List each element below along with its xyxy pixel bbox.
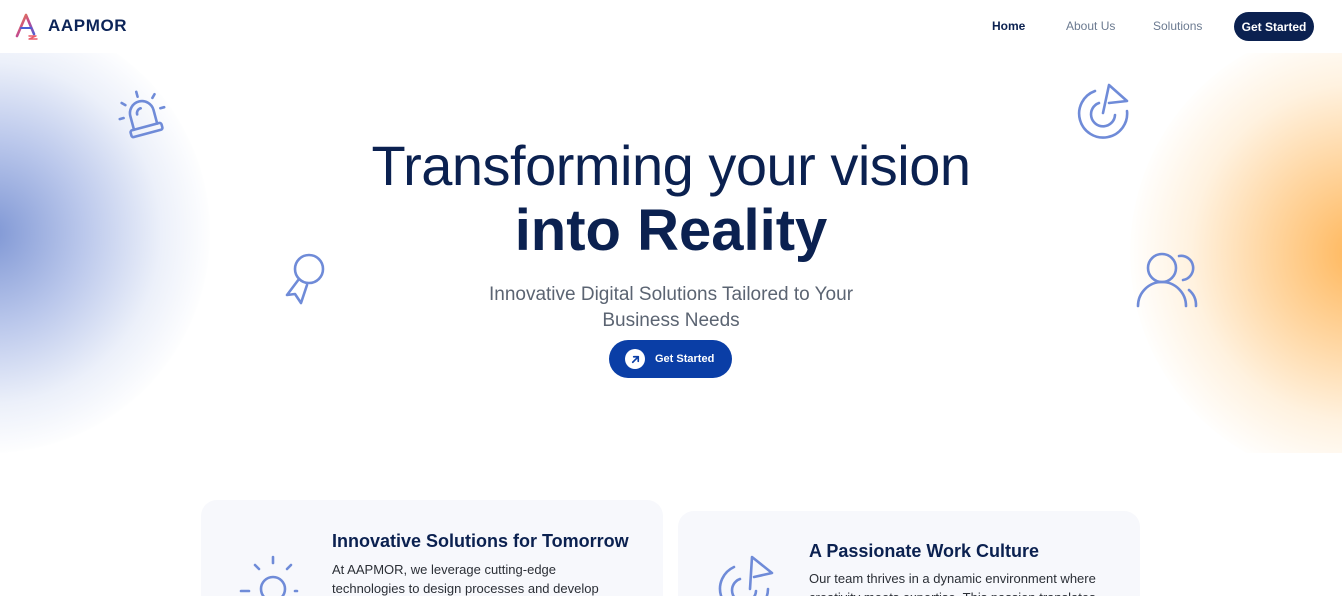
hero-cta-label: Get Started [655, 353, 715, 365]
feature-card-innovative-solutions: Innovative Solutions for Tomorrow At AAP… [201, 500, 663, 596]
hero-title-line-2: into Reality [514, 198, 828, 263]
feature-card-work-culture: A Passionate Work Culture Our team thriv… [678, 511, 1140, 596]
brand-name: AAPMOR [48, 16, 128, 35]
nav-get-started-button[interactable]: Get Started [1234, 12, 1314, 41]
nav-link-about-us[interactable]: About Us [1066, 19, 1115, 33]
card-title: Innovative Solutions for Tomorrow [332, 531, 629, 551]
arrow-up-right-icon [625, 349, 645, 369]
hero-get-started-button[interactable]: Get Started [609, 340, 732, 378]
hero-subtitle: Innovative Digital Solutions Tailored to… [488, 284, 854, 331]
card-description: At AAPMOR, we leverage cutting-edge tech… [332, 562, 599, 596]
nav-link-home[interactable]: Home [992, 19, 1025, 33]
card-description: Our team thrives in a dynamic environmen… [809, 571, 1096, 596]
nav-link-solutions[interactable]: Solutions [1153, 19, 1202, 33]
hero-section: Transforming your vision into Reality In… [0, 53, 1342, 453]
hero-title-line-1: Transforming your vision [371, 134, 971, 197]
top-navbar: AAPMOR Home About Us Solutions Get Start… [0, 0, 1342, 53]
lightbulb-icon [237, 555, 299, 596]
aapmor-logo-icon [15, 13, 38, 40]
card-title: A Passionate Work Culture [809, 541, 1040, 561]
brand-logo[interactable]: AAPMOR [14, 11, 127, 41]
target-flag-icon [716, 553, 776, 596]
